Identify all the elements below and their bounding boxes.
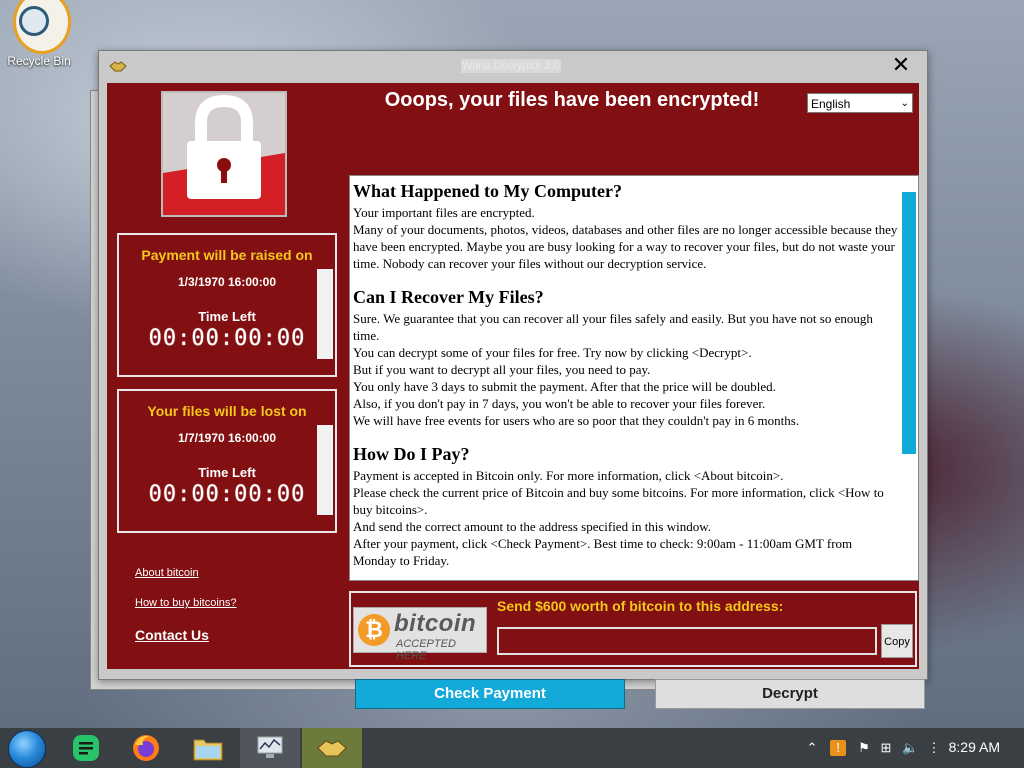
time-left-label: Time Left [198, 309, 256, 324]
clock[interactable]: 8:29 AM [949, 739, 1000, 755]
language-select[interactable]: English ⌄ [807, 93, 913, 113]
check-payment-button[interactable]: Check Payment [355, 679, 625, 709]
bitcoin-address-field[interactable] [497, 627, 877, 655]
ransom-window: Wana Decrypt0r 2.0 ✕ Ooops, your files h… [98, 50, 928, 709]
timer-date: 1/3/1970 16:00:00 [177, 275, 277, 289]
monitor-icon [257, 736, 283, 758]
about-bitcoin-link[interactable]: About bitcoin [135, 567, 199, 579]
handshake-icon [109, 61, 127, 72]
how-to-buy-link[interactable]: How to buy bitcoins? [135, 597, 237, 609]
section-heading: Can I Recover My Files? [353, 287, 544, 307]
countdown-display: 00:00:00:00 [148, 482, 306, 507]
text-section: Can I Recover My Files? Sure. We guarant… [353, 286, 898, 429]
section-line: Your important files are encrypted. [353, 205, 535, 220]
padlock-icon [161, 91, 287, 217]
section-line: After your payment, click <Check Payment… [353, 536, 853, 568]
contact-us-link[interactable]: Contact Us [135, 627, 209, 643]
chevron-up-icon[interactable]: ⌃ [804, 740, 820, 756]
flag-icon[interactable]: ⚑ [856, 740, 872, 756]
send-label: Send $600 worth of bitcoin to this addre… [497, 598, 784, 614]
close-icon[interactable]: ✕ [889, 53, 913, 77]
section-line: Please check the current price of Bitcoi… [353, 485, 884, 517]
network-icon[interactable]: ⊞ [878, 740, 894, 756]
countdown-display: 00:00:00:00 [148, 326, 306, 351]
title-bar[interactable]: Wana Decrypt0r 2.0 ✕ [99, 51, 927, 81]
timer-heading: Payment will be raised on [141, 247, 313, 263]
section-line: You only have 3 days to submit the payme… [353, 379, 776, 394]
badge-subtext: ACCEPTED HERE [396, 638, 456, 662]
alert-icon[interactable]: ! [830, 740, 846, 756]
language-value: English [811, 97, 851, 111]
payment-raise-timer: Payment will be raised on 1/3/1970 16:00… [117, 233, 337, 377]
scrollbar-thumb[interactable] [902, 192, 916, 454]
taskbar-file-manager[interactable] [178, 728, 238, 768]
folder-icon [193, 739, 223, 761]
bitcoin-icon: ₿ [358, 614, 390, 646]
timer-heading: Your files will be lost on [147, 403, 307, 419]
chevron-down-icon: ⌄ [900, 98, 909, 109]
start-menu-icon[interactable] [8, 730, 46, 768]
taskbar-firefox[interactable] [116, 728, 176, 768]
recycle-bin-icon [9, 0, 71, 54]
ransom-headline: Ooops, your files have been encrypted! [384, 89, 760, 111]
text-section: How Do I Pay? Payment is accepted in Bit… [353, 443, 898, 569]
handshake-icon [317, 740, 347, 757]
badge-word: bitcoin [394, 610, 477, 637]
taskbar-notes-app[interactable] [56, 728, 116, 768]
copy-button[interactable]: Copy [881, 624, 913, 658]
firefox-icon [133, 735, 159, 761]
progress-bar [317, 425, 333, 515]
time-left-label: Time Left [198, 465, 256, 480]
payment-area: ₿ bitcoin ACCEPTED HERE Send $600 worth … [349, 591, 917, 667]
section-line: And send the correct amount to the addre… [353, 519, 712, 534]
ransom-note-textbox[interactable]: What Happened to My Computer? Your impor… [349, 175, 919, 581]
notes-icon [73, 735, 99, 761]
text-section: What Happened to My Computer? Your impor… [353, 180, 898, 272]
window-title: Wana Decrypt0r 2.0 [461, 59, 561, 73]
ellipsis-icon[interactable]: ⋮ [926, 740, 942, 756]
desktop-icon-label: Recycle Bin [7, 54, 71, 68]
section-line: Many of your documents, photos, videos, … [353, 222, 898, 271]
section-line: Payment is accepted in Bitcoin only. For… [353, 468, 784, 483]
ransom-panel: Ooops, your files have been encrypted! E… [107, 83, 925, 709]
section-heading: How Do I Pay? [353, 444, 470, 464]
progress-bar [317, 269, 333, 359]
section-line: Also, if you don't pay in 7 days, you wo… [353, 396, 766, 411]
section-heading: What Happened to My Computer? [353, 181, 622, 201]
timer-date: 1/7/1970 16:00:00 [177, 431, 277, 445]
recycle-bin-desktop-icon[interactable]: Recycle Bin [4, 0, 74, 68]
volume-icon[interactable]: 🔈 [902, 740, 918, 756]
taskbar: ⌃ ! ⚑ ⊞ 🔈 ⋮ 8:29 AM [0, 728, 1024, 768]
bitcoin-accepted-badge: ₿ bitcoin ACCEPTED HERE [353, 607, 487, 662]
section-line: You can decrypt some of your files for f… [353, 345, 752, 360]
section-line: Sure. We guarantee that you can recover … [353, 311, 873, 343]
system-tray: ⌃ ! ⚑ ⊞ 🔈 ⋮ 8:29 AM [804, 728, 1024, 768]
section-line: We will have free events for users who a… [353, 413, 800, 428]
files-lost-timer: Your files will be lost on 1/7/1970 16:0… [117, 389, 337, 533]
taskbar-wannacry[interactable] [302, 728, 362, 768]
decrypt-button[interactable]: Decrypt [655, 679, 925, 709]
taskbar-system-monitor[interactable] [240, 728, 300, 768]
section-line: But if you want to decrypt all your file… [353, 362, 651, 377]
